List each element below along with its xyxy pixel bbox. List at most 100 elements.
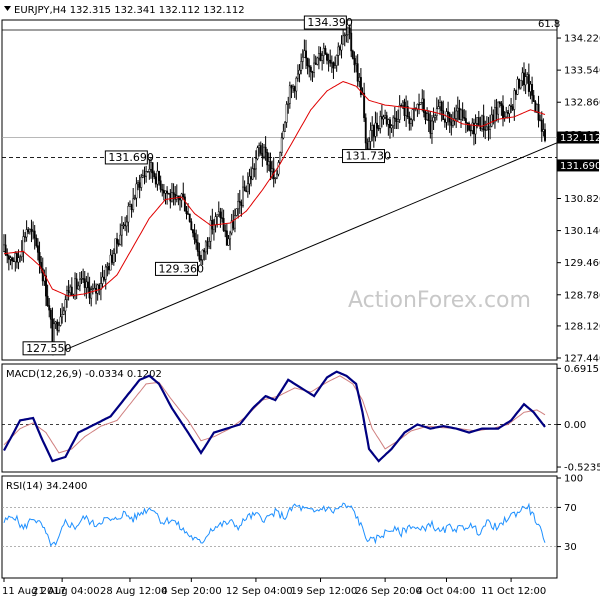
candle-body — [471, 122, 474, 131]
candle-body — [267, 161, 270, 166]
candle-body — [195, 239, 198, 243]
candle-body — [87, 281, 89, 288]
candle-body — [460, 109, 462, 120]
candle-body — [384, 115, 387, 118]
rsi-panel: RSI(14) 34.2400 100 70 30 — [1, 474, 583, 579]
price-y-tick-label: 134.220 — [564, 34, 600, 45]
candle-body — [279, 152, 282, 163]
candle-body — [390, 125, 393, 129]
candle-body — [246, 183, 249, 193]
candle-body — [93, 288, 96, 290]
candle-body — [225, 230, 228, 246]
candle-body — [527, 74, 530, 92]
candle-body — [418, 104, 420, 106]
candle-body — [447, 111, 450, 115]
candle-body — [469, 129, 472, 132]
candle-body — [208, 240, 211, 247]
price-y-tick-label: 130.820 — [564, 194, 600, 205]
candle-body — [120, 225, 123, 236]
candle-body — [511, 106, 514, 110]
candle-body — [376, 122, 378, 129]
candle-body — [445, 111, 448, 123]
candle-body — [146, 171, 149, 173]
candle-body — [490, 114, 493, 127]
candle-body — [62, 310, 65, 315]
candle-body — [9, 257, 12, 260]
candle-body — [322, 48, 325, 56]
candle-body — [74, 278, 77, 296]
candle-body — [190, 221, 193, 230]
candle-body — [427, 113, 430, 121]
candle-body — [497, 101, 500, 115]
candle-body — [141, 175, 144, 178]
candle-body — [287, 103, 290, 105]
candle-body — [369, 130, 372, 142]
candle-body — [166, 190, 169, 194]
candle-body — [154, 176, 157, 185]
candle-body — [506, 111, 509, 114]
macd-y-tick-label: -0.5235 — [564, 463, 600, 474]
candle-body — [424, 112, 427, 121]
candle-body — [379, 116, 382, 129]
candle-body — [526, 74, 529, 77]
symbol-header: EURJPY,H4 132.315 132.341 132.112 132.11… — [14, 5, 245, 16]
candle-body — [54, 321, 57, 325]
candle-body — [544, 129, 546, 141]
candle-body — [101, 276, 104, 284]
candle-body — [240, 202, 243, 206]
candle-body — [437, 106, 440, 110]
candle-body — [137, 182, 139, 185]
candle-body — [59, 316, 62, 326]
candle-body — [296, 73, 299, 79]
candle-body — [96, 284, 99, 294]
candle-body — [300, 61, 303, 71]
candle-body — [238, 200, 241, 203]
price-annotation-label: 131.730 — [346, 150, 392, 163]
candle-body — [284, 122, 286, 132]
macd-y-tick-label: 0.00 — [564, 420, 586, 431]
candle-body — [439, 102, 441, 107]
candle-body — [78, 278, 81, 287]
candle-body — [542, 129, 545, 132]
candle-body — [464, 118, 467, 124]
price-annotation-label: 127.550 — [26, 342, 72, 355]
candle-body — [36, 245, 39, 253]
candle-body — [135, 183, 138, 199]
candle-body — [338, 46, 341, 51]
candle-body — [363, 92, 366, 119]
candle-body — [290, 85, 293, 89]
candle-body — [193, 232, 196, 240]
candle-body — [350, 32, 353, 52]
candle-body — [451, 120, 454, 126]
candle-body — [397, 119, 399, 122]
candle-body — [224, 230, 227, 232]
candle-body — [85, 281, 88, 288]
candle-body — [51, 318, 54, 343]
candle-body — [458, 107, 461, 120]
candle-body — [472, 122, 475, 135]
candle-body — [245, 190, 248, 193]
candle-body — [422, 98, 425, 113]
x-tick-label: 28 Aug 12:00 — [100, 586, 167, 597]
candle-body — [401, 101, 404, 106]
candle-body — [140, 176, 143, 188]
candle-body — [295, 77, 298, 92]
x-tick-label: 11 Oct 12:00 — [481, 586, 546, 597]
candle-body — [410, 119, 412, 124]
candle-body — [156, 170, 159, 185]
candle-body — [319, 53, 322, 61]
x-tick-label: 26 Sep 20:00 — [355, 586, 422, 597]
candle-body — [116, 238, 118, 244]
candle-body — [510, 105, 513, 107]
candle-body — [229, 232, 232, 240]
candle-body — [513, 90, 516, 110]
candle-body — [27, 229, 30, 233]
candle-body — [337, 46, 340, 56]
candle-body — [374, 122, 377, 137]
candle-body — [393, 117, 396, 120]
candle-body — [33, 230, 36, 239]
candle-body — [201, 249, 204, 260]
candle-body — [30, 229, 33, 232]
candle-body — [389, 119, 391, 129]
x-tick-label: 12 Sep 04:00 — [226, 586, 293, 597]
